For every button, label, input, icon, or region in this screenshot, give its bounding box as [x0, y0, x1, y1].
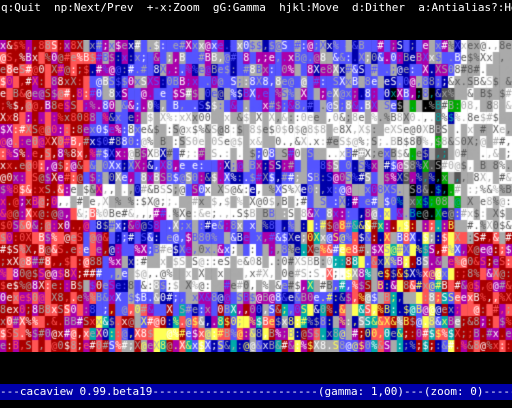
ascii-art-image [0, 40, 512, 352]
status-bar: ---cacaview 0.99.beta19-----------------… [0, 384, 512, 400]
key-help-bar: q:Quit np:Next/Prev +-x:Zoom gG:Gamma hj… [0, 0, 512, 16]
ascii-art-canvas [0, 40, 512, 352]
